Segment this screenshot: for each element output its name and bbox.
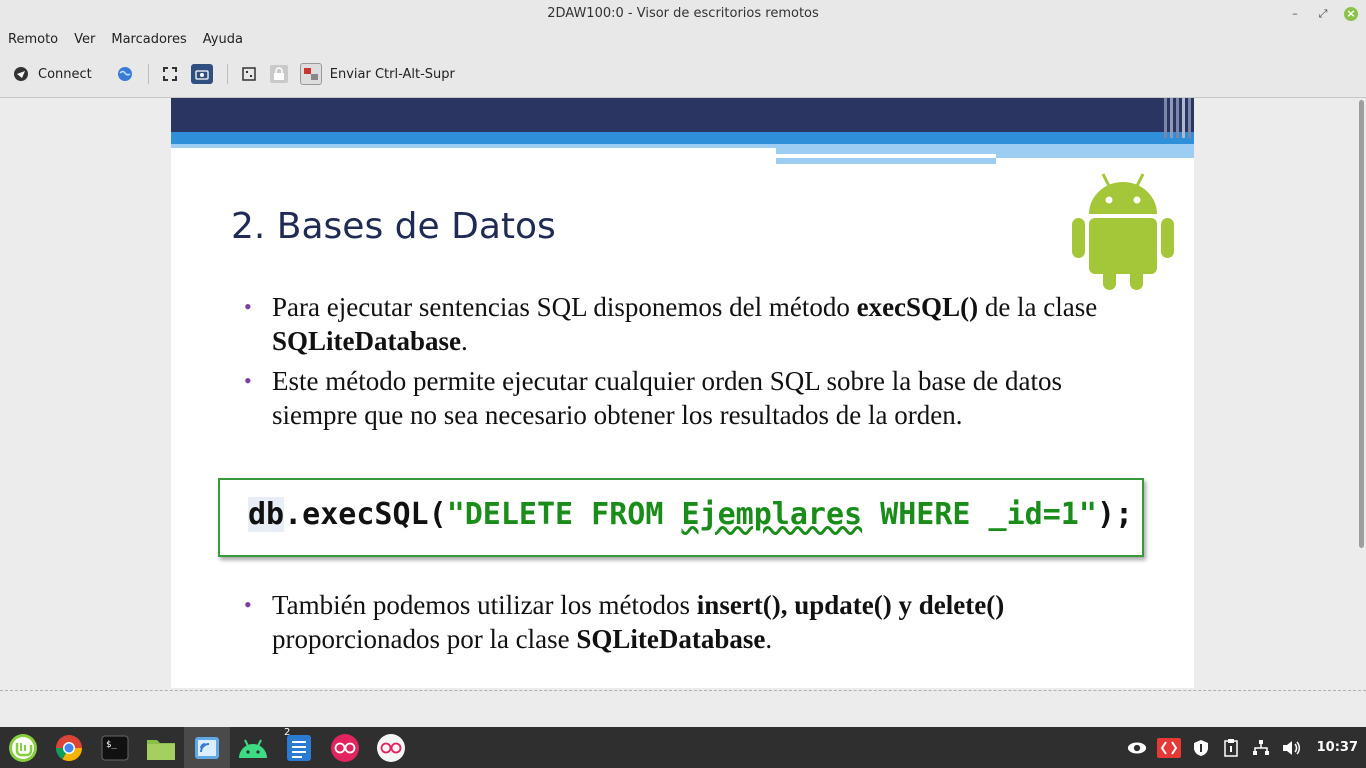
connect-button[interactable]: Connect bbox=[12, 65, 92, 83]
shield-icon[interactable] bbox=[1191, 738, 1211, 758]
volume-icon[interactable] bbox=[1281, 738, 1301, 758]
chrome-icon bbox=[55, 734, 83, 761]
toolbar: Connect Enviar Ctrl-Alt-Supr bbox=[0, 51, 1366, 98]
system-tray: 10:37 bbox=[1127, 727, 1358, 768]
lock-icon bbox=[269, 65, 288, 83]
globe-icon bbox=[116, 65, 134, 83]
header-line bbox=[776, 154, 996, 158]
close-icon[interactable]: × bbox=[1344, 6, 1358, 21]
remote-viewer-icon bbox=[195, 736, 219, 759]
window-title: 2DAW100:0 - Visor de escritorios remotos bbox=[547, 6, 819, 21]
keyboard-icon bbox=[240, 65, 258, 83]
header-band-light bbox=[171, 144, 776, 148]
terminal-icon: $_ bbox=[101, 735, 129, 760]
menu-remoto[interactable]: Remoto bbox=[0, 32, 66, 47]
send-ctrl-alt-del-button[interactable]: Enviar Ctrl-Alt-Supr bbox=[299, 63, 455, 85]
minimize-icon[interactable]: – bbox=[1288, 7, 1302, 21]
bullet-list: También podemos utilizar los métodos ins… bbox=[244, 588, 1144, 662]
header-stripes bbox=[1162, 98, 1194, 164]
slide-title: 2. Bases de Datos bbox=[231, 206, 556, 247]
android-logo-icon bbox=[1071, 170, 1175, 294]
text-editor-launcher[interactable] bbox=[276, 727, 322, 768]
android-icon bbox=[239, 739, 267, 758]
menu-ayuda[interactable]: Ayuda bbox=[195, 32, 251, 47]
bullet-list: Para ejecutar sentencias SQL disponemos … bbox=[244, 290, 1144, 438]
fullscreen-button[interactable] bbox=[161, 65, 179, 83]
fullscreen-icon bbox=[161, 65, 179, 83]
remote-viewer[interactable]: 2. Bases de Datos Para ejecutar sentenc bbox=[0, 98, 1366, 691]
keyboard-button[interactable] bbox=[240, 65, 258, 83]
chrome-launcher[interactable] bbox=[46, 727, 92, 768]
bullet-item: Este método permite ejecutar cualquier o… bbox=[244, 364, 1144, 432]
remote-viewer-launcher[interactable] bbox=[184, 727, 230, 768]
mint-menu-icon bbox=[9, 733, 37, 762]
menu-bar: Remoto Ver Marcadores Ayuda bbox=[0, 27, 1366, 51]
bullet-item: También podemos utilizar los métodos ins… bbox=[244, 588, 1144, 656]
vertical-scrollbar[interactable] bbox=[1359, 100, 1364, 548]
connect-label: Connect bbox=[38, 66, 92, 82]
maximize-icon[interactable]: ⤢ bbox=[1316, 7, 1330, 21]
android-studio-launcher[interactable] bbox=[230, 727, 276, 768]
files-launcher[interactable]: 2 bbox=[138, 727, 290, 768]
header-band bbox=[171, 98, 1194, 132]
globe-button[interactable] bbox=[116, 65, 134, 83]
text-editor-icon bbox=[287, 734, 311, 761]
lock-button[interactable] bbox=[269, 65, 288, 83]
connect-icon bbox=[12, 65, 30, 83]
menu-ver[interactable]: Ver bbox=[66, 32, 103, 47]
toolbar-separator bbox=[147, 64, 149, 84]
toolbar-separator bbox=[226, 64, 228, 84]
mint-menu-button[interactable] bbox=[0, 727, 46, 768]
flickr-icon bbox=[331, 733, 359, 762]
header-band-blue bbox=[171, 132, 1194, 144]
camera-icon bbox=[190, 64, 213, 84]
svg-text:$_: $_ bbox=[106, 740, 117, 750]
folder-icon bbox=[147, 739, 175, 760]
code-line: db.execSQL("DELETE FROM Ejemplares WHERE… bbox=[248, 497, 1134, 532]
app-launcher-red[interactable] bbox=[322, 727, 368, 768]
terminal-launcher[interactable]: $_ bbox=[92, 727, 138, 768]
eye-icon[interactable] bbox=[1127, 738, 1147, 758]
keys-icon bbox=[299, 63, 322, 85]
clipboard-icon[interactable] bbox=[1221, 738, 1241, 758]
send-keys-label: Enviar Ctrl-Alt-Supr bbox=[329, 66, 455, 82]
presentation-slide: 2. Bases de Datos Para ejecutar sentenc bbox=[171, 98, 1194, 688]
window-titlebar: 2DAW100:0 - Visor de escritorios remotos… bbox=[0, 0, 1366, 27]
app-launcher-white[interactable] bbox=[368, 727, 414, 768]
bullet-item: Para ejecutar sentencias SQL disponemos … bbox=[244, 290, 1144, 358]
anydesk-icon[interactable] bbox=[1156, 737, 1181, 758]
screenshot-button[interactable] bbox=[190, 64, 213, 84]
network-icon[interactable] bbox=[1251, 738, 1271, 758]
clock[interactable]: 10:37 bbox=[1317, 740, 1358, 755]
flickr-alt-icon bbox=[377, 733, 405, 762]
menu-marcadores[interactable]: Marcadores bbox=[103, 32, 194, 47]
code-box: db.execSQL("DELETE FROM Ejemplares WHERE… bbox=[218, 478, 1144, 557]
